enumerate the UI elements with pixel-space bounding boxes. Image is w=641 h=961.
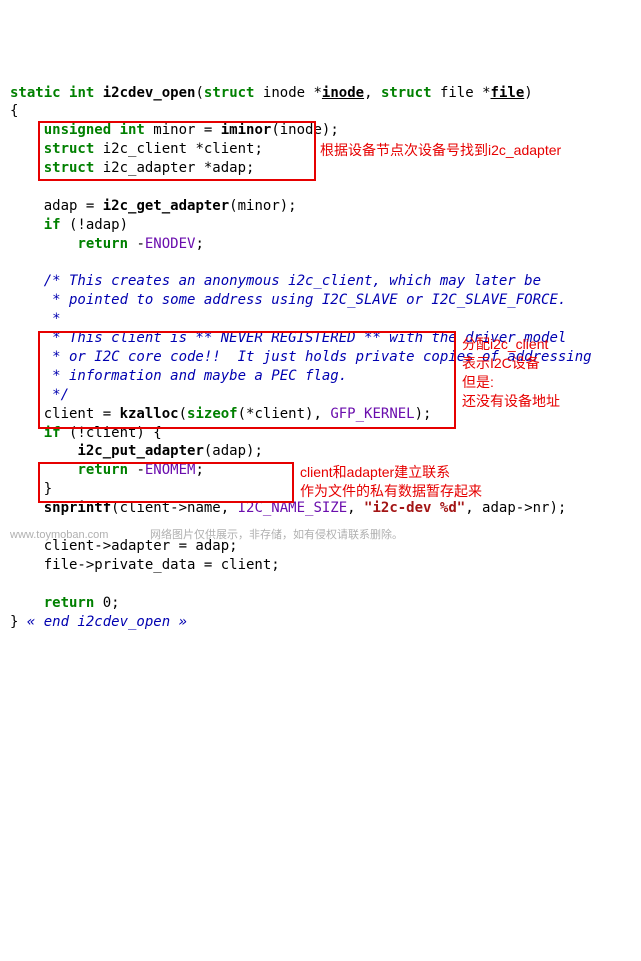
param: file — [491, 85, 525, 101]
text: (adap); — [204, 443, 263, 459]
text: minor = — [145, 122, 221, 138]
keyword: if — [44, 217, 61, 233]
indent — [10, 557, 44, 573]
call: i2c_get_adapter — [103, 198, 229, 214]
macro: I2C_NAME_SIZE — [238, 500, 348, 516]
enum: ENODEV — [145, 236, 196, 252]
indent — [10, 141, 44, 157]
text: - — [128, 462, 145, 478]
text: ( — [195, 85, 203, 101]
func-name: i2cdev_open — [103, 85, 196, 101]
call: kzalloc — [120, 406, 179, 422]
text: inode * — [254, 85, 321, 101]
comment: */ — [10, 387, 69, 403]
indent — [10, 595, 44, 611]
text: ; — [195, 236, 203, 252]
call: iminor — [221, 122, 272, 138]
keyword: int — [69, 85, 94, 101]
text: (*client), — [238, 406, 331, 422]
text: ) — [524, 85, 532, 101]
indent — [10, 462, 77, 478]
indent — [10, 217, 44, 233]
text: adap = — [44, 198, 103, 214]
keyword: struct — [204, 85, 255, 101]
indent — [10, 236, 77, 252]
enum: ENOMEM — [145, 462, 196, 478]
text: ); — [415, 406, 432, 422]
indent — [10, 406, 44, 422]
text: ( — [179, 406, 187, 422]
keyword: struct — [381, 85, 432, 101]
text: (client->name, — [111, 500, 237, 516]
text: (inode); — [271, 122, 338, 138]
comment: * information and maybe a PEC flag. — [10, 368, 347, 384]
text: , — [347, 500, 364, 516]
text: client = — [44, 406, 120, 422]
text: (minor); — [229, 198, 296, 214]
text: - — [128, 236, 145, 252]
text: file->private_data = client; — [44, 557, 280, 573]
indent — [10, 160, 44, 176]
indent — [10, 198, 44, 214]
annotation-text-3: client和adapter建立联系 作为文件的私有数据暂存起来 — [300, 463, 482, 501]
indent — [10, 481, 44, 497]
annotation-text-2: 分配i2c_client 表示I2C设备 但是: 还没有设备地址 — [462, 335, 560, 411]
comment: * — [10, 311, 61, 327]
indent — [10, 122, 44, 138]
text: } — [10, 614, 27, 630]
keyword: struct — [44, 160, 95, 176]
call: snprintf — [44, 500, 111, 516]
comment: /* This creates an anonymous i2c_client,… — [10, 273, 541, 289]
call: i2c_put_adapter — [77, 443, 203, 459]
text: ; — [195, 462, 203, 478]
keyword: unsigned int — [44, 122, 145, 138]
keyword: sizeof — [187, 406, 238, 422]
keyword: static — [10, 85, 61, 101]
text: (!adap) — [61, 217, 128, 233]
keyword: return — [77, 236, 128, 252]
text: 0; — [94, 595, 119, 611]
text: file * — [432, 85, 491, 101]
text: i2c_client *client; — [94, 141, 263, 157]
indent — [10, 443, 77, 459]
indent — [10, 425, 44, 441]
keyword: struct — [44, 141, 95, 157]
macro: GFP_KERNEL — [330, 406, 414, 422]
param: inode — [322, 85, 364, 101]
text: , — [364, 85, 381, 101]
comment: « end i2cdev_open » — [27, 614, 187, 630]
text: , adap->nr); — [465, 500, 566, 516]
keyword: return — [44, 595, 95, 611]
text: (!client) { — [61, 425, 162, 441]
keyword: return — [77, 462, 128, 478]
keyword: if — [44, 425, 61, 441]
watermark-site: www.toymoban.com — [10, 528, 108, 543]
watermark-note: 网络图片仅供展示，非存储，如有侵权请联系删除。 — [150, 528, 403, 543]
text: } — [44, 481, 52, 497]
text: i2c_adapter *adap; — [94, 160, 254, 176]
annotation-text-1: 根据设备节点次设备号找到i2c_adapter — [320, 141, 561, 160]
string: "i2c-dev %d" — [364, 500, 465, 516]
indent — [10, 500, 44, 516]
comment: * pointed to some address using I2C_SLAV… — [10, 292, 566, 308]
brace: { — [10, 103, 18, 119]
